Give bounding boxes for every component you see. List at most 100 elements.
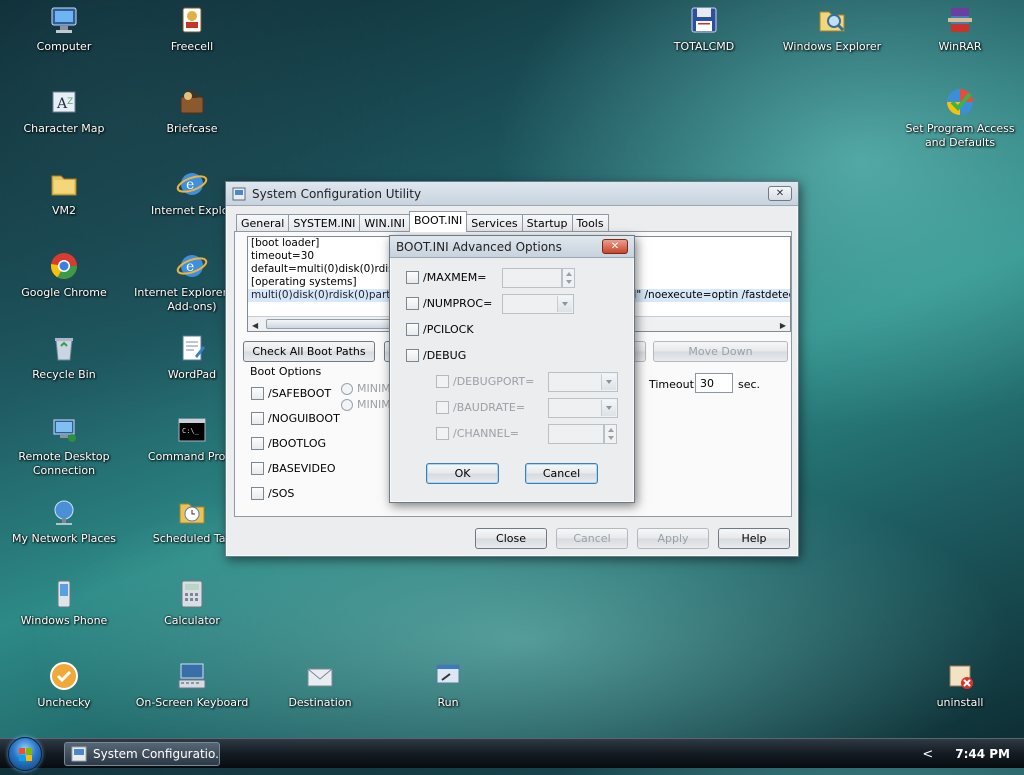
pcilock-checkbox[interactable]: [406, 323, 419, 336]
desktop-icon-character-map[interactable]: AZ Character Map: [4, 86, 124, 136]
desktop-icon-label: Recycle Bin: [32, 368, 96, 381]
tab-tools[interactable]: Tools: [571, 214, 609, 232]
tab-services[interactable]: Services: [466, 214, 523, 232]
desktop-icon-totalcmd[interactable]: TOTALCMD: [644, 4, 764, 54]
desktop-icon-label: Destination: [288, 696, 352, 709]
numproc-checkbox[interactable]: [406, 297, 419, 310]
desktop-icon-windows-phone[interactable]: Windows Phone: [4, 578, 124, 628]
show-hidden-icons-chevron-icon[interactable]: <: [922, 747, 933, 762]
desktop-icon-my-network-places[interactable]: My Network Places: [4, 496, 124, 546]
scroll-left-icon[interactable]: ◀: [252, 319, 258, 331]
desktop-icon-label: Remote Desktop Connection: [18, 450, 110, 477]
baudrate-dropdown[interactable]: [548, 398, 618, 418]
minimal-radio[interactable]: [341, 382, 353, 395]
debug-option[interactable]: /DEBUG: [406, 349, 466, 362]
desktop-icon-computer[interactable]: Computer: [4, 4, 124, 54]
check-all-boot-paths-button[interactable]: Check All Boot Paths: [243, 341, 375, 362]
desktop-icon-label: Calculator: [164, 614, 220, 627]
sos-checkbox[interactable]: [251, 487, 264, 500]
channel-spinner[interactable]: [604, 424, 617, 444]
channel-checkbox[interactable]: [436, 427, 449, 440]
baudrate-checkbox[interactable]: [436, 401, 449, 414]
desktop-icon-unchecky[interactable]: Unchecky: [4, 660, 124, 710]
tab-boot-ini[interactable]: BOOT.INI: [408, 211, 468, 232]
folder-icon: [51, 175, 77, 196]
desktop-icon-on-screen-keyboard[interactable]: On-Screen Keyboard: [132, 660, 252, 710]
debugport-option[interactable]: /DEBUGPORT=: [436, 375, 534, 388]
tab-system-ini[interactable]: SYSTEM.INI: [288, 214, 361, 232]
debug-label: /DEBUG: [423, 349, 467, 362]
tab-startup[interactable]: Startup: [521, 214, 573, 232]
svg-text:e: e: [186, 259, 194, 275]
move-down-button[interactable]: Move Down: [653, 341, 788, 362]
maxmem-option[interactable]: /MAXMEM=: [406, 271, 486, 284]
basevideo-checkbox[interactable]: [251, 462, 264, 475]
desktop-icon-freecell[interactable]: Freecell: [132, 4, 252, 54]
desktop-icon-run[interactable]: Run: [388, 660, 508, 710]
sos-option[interactable]: /SOS: [251, 487, 294, 500]
chevron-down-icon[interactable]: [557, 296, 572, 312]
desktop-icon-label: Character Map: [23, 122, 105, 135]
maxmem-input[interactable]: [502, 268, 562, 288]
desktop-icon-remote-desktop[interactable]: Remote Desktop Connection: [4, 414, 124, 478]
timeout-unit: sec.: [738, 378, 761, 391]
start-button[interactable]: [8, 737, 42, 771]
desktop-icon-briefcase[interactable]: Briefcase: [132, 86, 252, 136]
close-button[interactable]: Close: [475, 528, 547, 549]
noguiboot-option[interactable]: /NOGUIBOOT: [251, 412, 340, 425]
desktop-icon-set-program-access[interactable]: Set Program Access and Defaults: [900, 86, 1020, 150]
maxmem-checkbox[interactable]: [406, 271, 419, 284]
safeboot-option[interactable]: /SAFEBOOT: [251, 387, 331, 400]
unchecky-icon: [50, 662, 78, 690]
clock[interactable]: 7:44 PM: [955, 747, 1010, 761]
briefcase-icon: [180, 91, 204, 114]
dialog-cancel-button[interactable]: Cancel: [525, 463, 598, 484]
ok-button[interactable]: OK: [426, 463, 499, 484]
help-button[interactable]: Help: [718, 528, 790, 549]
dialog-title-bar[interactable]: BOOT.INI Advanced Options ✕: [390, 236, 634, 258]
desktop-icon-label: Google Chrome: [21, 286, 107, 299]
safeboot-checkbox[interactable]: [251, 387, 264, 400]
debug-checkbox[interactable]: [406, 349, 419, 362]
noguiboot-checkbox[interactable]: [251, 412, 264, 425]
bootlog-checkbox[interactable]: [251, 437, 264, 450]
desktop-icon-recycle-bin[interactable]: Recycle Bin: [4, 332, 124, 382]
recycle-bin-icon: [55, 338, 73, 361]
desktop-icon-winrar[interactable]: WinRAR: [900, 4, 1020, 54]
cancel-button[interactable]: Cancel: [556, 528, 628, 549]
tab-general[interactable]: General: [236, 214, 290, 232]
numproc-dropdown[interactable]: [502, 294, 574, 314]
basevideo-option[interactable]: /BASEVIDEO: [251, 462, 336, 475]
timeout-label: Timeout:: [649, 378, 698, 391]
scroll-right-icon[interactable]: ▶: [780, 319, 786, 331]
pcilock-option[interactable]: /PCILOCK: [406, 323, 474, 336]
channel-option[interactable]: /CHANNEL=: [436, 427, 519, 440]
debugport-checkbox[interactable]: [436, 375, 449, 388]
scrollbar-thumb[interactable]: [266, 319, 396, 329]
timeout-input[interactable]: 30: [695, 373, 733, 393]
maxmem-spinner[interactable]: [562, 268, 575, 288]
debugport-dropdown[interactable]: [548, 372, 618, 392]
chevron-down-icon[interactable]: [601, 400, 616, 416]
apply-button[interactable]: Apply: [637, 528, 709, 549]
numproc-option[interactable]: /NUMPROC=: [406, 297, 492, 310]
chevron-down-icon[interactable]: [601, 374, 616, 390]
tab-strip: General SYSTEM.INI WIN.INI BOOT.INI Serv…: [236, 211, 609, 232]
baudrate-option[interactable]: /BAUDRATE=: [436, 401, 525, 414]
desktop-icon-uninstall[interactable]: uninstall: [900, 660, 1020, 710]
desktop-icon-windows-explorer[interactable]: Windows Explorer: [772, 4, 892, 54]
tab-win-ini[interactable]: WIN.INI: [359, 214, 410, 232]
channel-input[interactable]: [548, 424, 604, 444]
desktop-icon-calculator[interactable]: Calculator: [132, 578, 252, 628]
network-icon: [54, 500, 74, 525]
desktop-icon-google-chrome[interactable]: Google Chrome: [4, 250, 124, 300]
minimal-radio-2[interactable]: [341, 398, 353, 411]
close-icon[interactable]: ✕: [768, 186, 792, 201]
desktop-icon-label: Computer: [36, 40, 92, 53]
desktop-icon-vm2[interactable]: VM2: [4, 168, 124, 218]
taskbar-system-configuration[interactable]: System Configuratio...: [64, 742, 220, 766]
close-icon[interactable]: ✕: [602, 239, 628, 254]
desktop-icon-destination[interactable]: Destination: [260, 660, 380, 710]
bootlog-option[interactable]: /BOOTLOG: [251, 437, 326, 450]
title-bar[interactable]: System Configuration Utility ✕: [226, 182, 798, 206]
